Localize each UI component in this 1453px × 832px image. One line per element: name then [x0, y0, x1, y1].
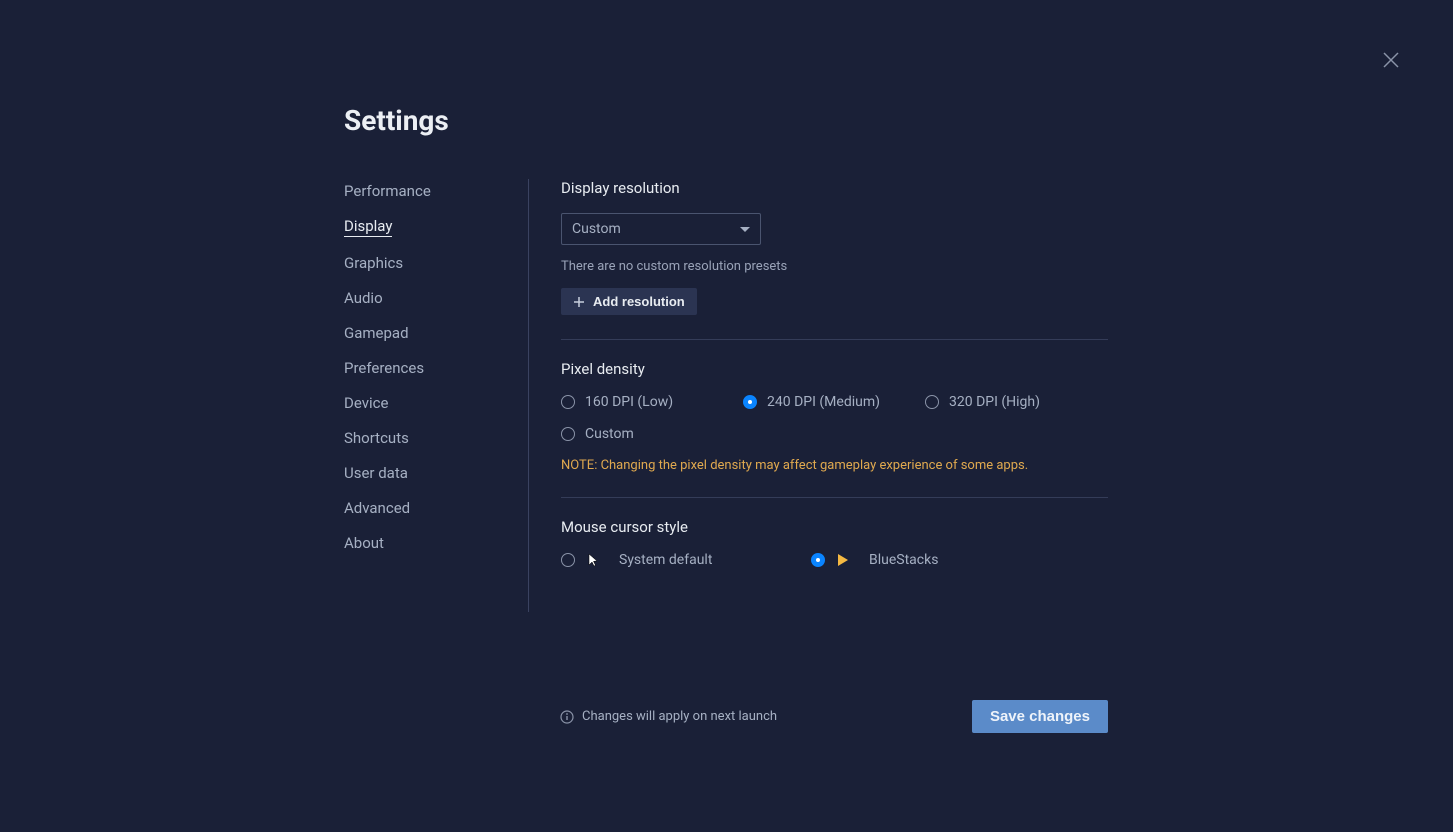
pixel-density-note: NOTE: Changing the pixel density may aff… — [561, 458, 1108, 473]
footer-note: Changes will apply on next launch — [560, 709, 777, 724]
close-icon — [1381, 50, 1401, 70]
radio-icon — [811, 553, 825, 567]
save-changes-button[interactable]: Save changes — [972, 700, 1108, 733]
cursor-system-icon — [585, 553, 601, 567]
cursor-bluestacks-icon — [835, 553, 851, 567]
caret-down-icon — [740, 227, 750, 232]
radio-icon — [743, 395, 757, 409]
close-button[interactable] — [1381, 50, 1401, 70]
radio-dpi-240[interactable]: 240 DPI (Medium) — [743, 394, 925, 410]
sidebar-item-display[interactable]: Display — [344, 217, 392, 237]
sidebar-item-gamepad[interactable]: Gamepad — [344, 324, 409, 342]
plus-icon — [573, 296, 585, 308]
info-icon — [560, 710, 574, 724]
sidebar-item-shortcuts[interactable]: Shortcuts — [344, 429, 409, 447]
sidebar-item-preferences[interactable]: Preferences — [344, 359, 424, 377]
sidebar-item-device[interactable]: Device — [344, 394, 388, 412]
resolution-select-value: Custom — [572, 221, 621, 237]
section-pixel-density: Pixel density 160 DPI (Low) 240 DPI (Med… — [561, 360, 1108, 498]
add-resolution-label: Add resolution — [593, 294, 685, 309]
radio-label: 240 DPI (Medium) — [767, 394, 880, 410]
sidebar-item-graphics[interactable]: Graphics — [344, 254, 403, 272]
radio-label: 320 DPI (High) — [949, 394, 1040, 410]
sidebar-item-audio[interactable]: Audio — [344, 289, 383, 307]
radio-label: Custom — [585, 426, 634, 442]
radio-dpi-160[interactable]: 160 DPI (Low) — [561, 394, 743, 410]
resolution-select[interactable]: Custom — [561, 213, 761, 245]
settings-sidebar: Performance Display Graphics Audio Gamep… — [344, 179, 529, 612]
radio-label: 160 DPI (Low) — [585, 394, 673, 410]
radio-dpi-custom[interactable]: Custom — [561, 426, 743, 442]
radio-icon — [561, 553, 575, 567]
radio-dpi-320[interactable]: 320 DPI (High) — [925, 394, 1107, 410]
cursor-label: BlueStacks — [869, 552, 938, 568]
cursor-label: System default — [619, 552, 712, 568]
page-title: Settings — [344, 104, 1108, 137]
pixel-density-title: Pixel density — [561, 360, 1108, 378]
mouse-cursor-title: Mouse cursor style — [561, 518, 1108, 536]
sidebar-item-about[interactable]: About — [344, 534, 384, 552]
sidebar-item-user-data[interactable]: User data — [344, 464, 408, 482]
section-mouse-cursor: Mouse cursor style System default — [561, 518, 1108, 592]
display-resolution-title: Display resolution — [561, 179, 1108, 197]
sidebar-item-performance[interactable]: Performance — [344, 182, 431, 200]
resolution-helper-text: There are no custom resolution presets — [561, 259, 1108, 274]
radio-icon — [561, 427, 575, 441]
radio-cursor-system-default[interactable]: System default — [561, 552, 811, 568]
radio-icon — [925, 395, 939, 409]
radio-icon — [561, 395, 575, 409]
section-display-resolution: Display resolution Custom There are no c… — [561, 179, 1108, 340]
footer-note-text: Changes will apply on next launch — [582, 709, 777, 724]
add-resolution-button[interactable]: Add resolution — [561, 288, 697, 315]
radio-cursor-bluestacks[interactable]: BlueStacks — [811, 552, 938, 568]
sidebar-item-advanced[interactable]: Advanced — [344, 499, 410, 517]
